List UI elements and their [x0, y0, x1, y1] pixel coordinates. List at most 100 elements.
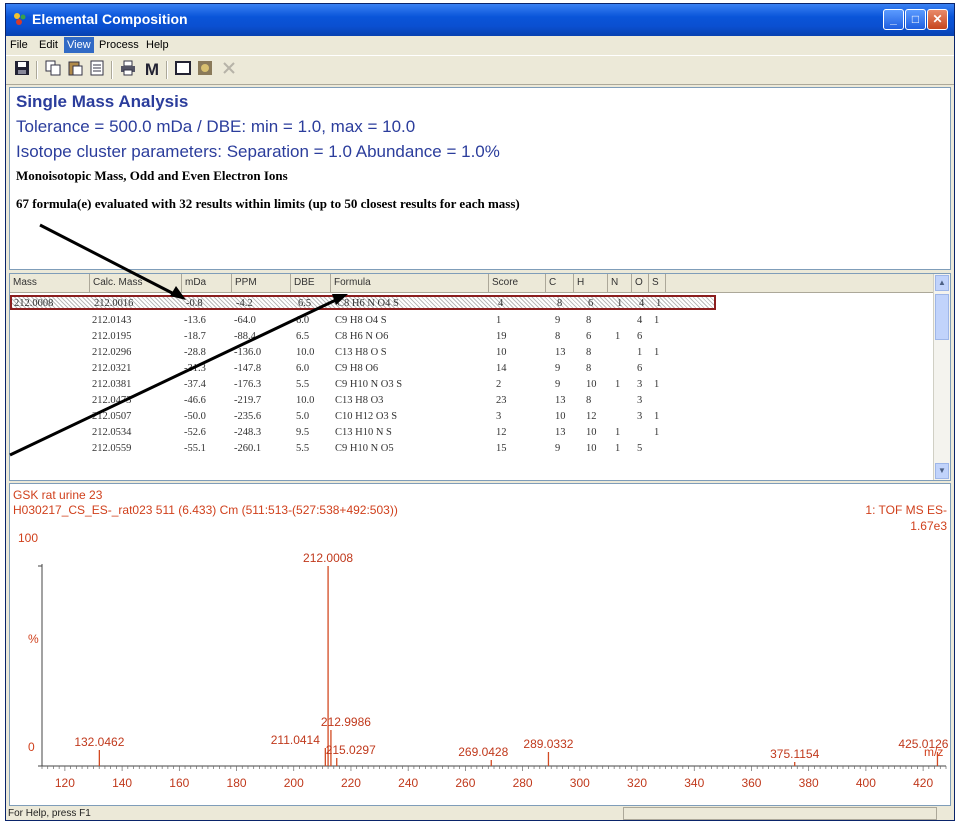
cell-calc-mass: 212.0381 [92, 379, 132, 390]
menu-file[interactable]: File [7, 37, 31, 53]
cell-o: 4 [637, 315, 643, 326]
maximize-button[interactable]: □ [905, 9, 926, 30]
scan-description: H030217_CS_ES-_rat023 511 (6.433) Cm (51… [13, 503, 398, 517]
cell-n: 1 [615, 427, 621, 438]
table-row[interactable]: 212.0473 -46.6 -219.7 10.0 C13 H8 O3 23 13 8 3 [10, 394, 935, 408]
cell-formula: C9 H8 O4 S [335, 315, 387, 326]
table-row[interactable]: 212.0507 -50.0 -235.6 5.0 C10 H12 O3 S 3 10 12 3… [10, 410, 935, 424]
column-header-n[interactable]: N [608, 274, 632, 292]
column-header-h[interactable]: H [574, 274, 608, 292]
peak-label: 269.0428 [458, 745, 508, 759]
results-table[interactable]: Mass Calc. Mass mDa PPM DBE Formula Scor… [9, 273, 951, 481]
table-row[interactable]: 212.0296 -28.8 -136.0 10.0 C13 H8 O S 10 13 8 1 1 [10, 346, 935, 360]
cell-dbe: 5.0 [296, 411, 310, 422]
print-icon[interactable] [118, 60, 138, 80]
status-pane [623, 807, 937, 820]
cell-c: 8 [555, 331, 561, 342]
menu-process[interactable]: Process [96, 37, 142, 53]
scroll-up-button[interactable]: ▲ [935, 275, 949, 291]
cell-c: 13 [555, 347, 566, 358]
scroll-down-button[interactable]: ▼ [935, 463, 949, 479]
column-header-formula[interactable]: Formula [331, 274, 489, 292]
y-axis-percent-label: % [28, 632, 39, 646]
results-summary-text: 67 formula(e) evaluated with 32 results … [16, 196, 520, 211]
column-header-s[interactable]: S [649, 274, 666, 292]
copy-list-icon[interactable] [87, 60, 107, 80]
x-tick-label: 180 [227, 776, 247, 790]
app-window: Elemental Composition _ □ ✕ File Edit Vi… [5, 3, 955, 821]
copy-icon[interactable] [43, 60, 63, 80]
column-header-c[interactable]: C [546, 274, 574, 292]
menu-view[interactable]: View [64, 37, 94, 53]
menu-help[interactable]: Help [143, 37, 172, 53]
close-button[interactable]: ✕ [927, 9, 948, 30]
minimize-button[interactable]: _ [883, 9, 904, 30]
table-row[interactable]: 212.0195 -18.7 -88.4 6.5 C8 H6 N O6 19 8 6 1 6 [10, 330, 935, 344]
cell-h: 10 [586, 379, 597, 390]
column-header-o[interactable]: O [632, 274, 649, 292]
analysis-title: Single Mass Analysis [16, 92, 189, 111]
cell-h: 6 [586, 331, 592, 342]
cell-dbe: 10.0 [296, 347, 315, 358]
spectrum-plot[interactable]: 120 140 160 180 200 220 240 260 280 300 320 340 360 3… [10, 484, 950, 805]
column-header-score[interactable]: Score [489, 274, 546, 292]
x-tick-label: 400 [856, 776, 876, 790]
table-row[interactable]: 212.0381 -37.4 -176.3 5.5 C9 H10 N O3 S 2 9 10 1… [10, 378, 935, 392]
cell-score: 12 [496, 427, 507, 438]
cell-formula: C9 H8 O6 [335, 363, 379, 374]
cell-o: 6 [637, 363, 643, 374]
cell-score: 10 [496, 347, 507, 358]
cell-ppm: -176.3 [234, 379, 262, 390]
toolbar: M [6, 55, 954, 85]
cell-c: 9 [555, 363, 561, 374]
cell-h: 10 [586, 443, 597, 454]
vertical-scrollbar[interactable]: ▲ ▼ [933, 274, 950, 480]
cell-mass: 212.0008 [14, 298, 54, 309]
delete-icon[interactable] [219, 60, 239, 80]
window-icon[interactable] [173, 60, 193, 80]
cell-mda: -37.4 [184, 379, 206, 390]
toolbar-separator [36, 61, 38, 79]
cell-h: 8 [586, 315, 592, 326]
table-row[interactable]: 212.0143 -13.6 -64.0 6.0 C9 H8 O4 S19841 [10, 314, 935, 328]
cell-n: 1 [615, 443, 621, 454]
cell-score: 19 [496, 331, 507, 342]
cell-s: 1 [654, 379, 660, 390]
menu-edit[interactable]: Edit [36, 37, 61, 53]
x-tick-label: 220 [341, 776, 361, 790]
cell-score: 4 [498, 298, 504, 309]
column-header-ppm[interactable]: PPM [232, 274, 291, 292]
paste-icon[interactable] [65, 60, 85, 80]
column-header-mass[interactable]: Mass [10, 274, 90, 292]
table-row-selected[interactable]: 212.0008 212.0016 -0.8 -4.2 6.5 C8 H6 N … [10, 295, 716, 310]
acquisition-mode: 1: TOF MS ES- [865, 503, 947, 517]
table-row[interactable]: 212.0559 -55.1 -260.1 5.5 C9 H10 N O5 15 9 10 1 5 [10, 442, 935, 456]
x-tick-label: 120 [55, 776, 75, 790]
column-header-calc-mass[interactable]: Calc. Mass [90, 274, 182, 292]
save-icon[interactable] [12, 60, 32, 80]
x-tick-label: 140 [112, 776, 132, 790]
table-row[interactable]: 212.0534 -52.6 -248.3 9.5 C13 H10 N S 12 13 10 1… [10, 426, 935, 440]
options-icon[interactable] [195, 60, 215, 80]
cell-calc-mass: 212.0195 [92, 331, 132, 342]
scroll-thumb[interactable] [935, 294, 949, 340]
x-tick-label: 320 [627, 776, 647, 790]
toolbar-separator [166, 61, 168, 79]
cell-formula: C13 H10 N S [335, 427, 392, 438]
y-axis-zero-label: 0 [28, 740, 35, 754]
sample-name: GSK rat urine 23 [13, 488, 103, 502]
cell-score: 2 [496, 379, 502, 390]
tolerance-text: Tolerance = 500.0 mDa / DBE: min = 1.0, … [16, 117, 416, 136]
monoisotopic-button[interactable]: M [142, 60, 162, 80]
cell-ppm: -64.0 [234, 315, 256, 326]
cell-c: 13 [555, 395, 566, 406]
title-bar[interactable]: Elemental Composition _ □ ✕ [6, 4, 954, 36]
cell-mda: -31.3 [184, 363, 206, 374]
cell-ppm: -260.1 [234, 443, 262, 454]
column-header-dbe[interactable]: DBE [291, 274, 331, 292]
table-row[interactable]: 212.0321 -31.3 -147.8 6.0 C9 H8 O6 14 9 8 6 [10, 362, 935, 376]
cell-formula: C9 H10 N O5 [335, 443, 394, 454]
window-title: Elemental Composition [32, 11, 188, 27]
column-header-mda[interactable]: mDa [182, 274, 232, 292]
spectrum-panel[interactable]: 120 140 160 180 200 220 240 260 280 300 320 340 360 3… [9, 483, 951, 806]
